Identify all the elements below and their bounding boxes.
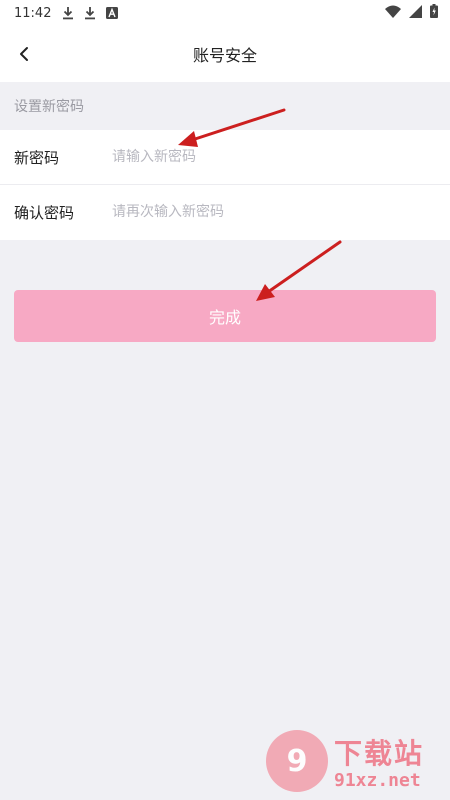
watermark-brand-en: 91xz.net: [334, 769, 421, 791]
back-button[interactable]: [10, 40, 38, 68]
done-button[interactable]: 完成: [14, 290, 436, 342]
signal-icon: [409, 4, 422, 18]
watermark-logo: 9: [266, 730, 328, 792]
download-icon: [63, 7, 73, 20]
new-password-label: 新密码: [14, 148, 60, 167]
confirm-password-input[interactable]: [110, 203, 436, 221]
chevron-left-icon: [20, 47, 28, 61]
status-system-icons: [385, 4, 438, 18]
status-time: 11:42: [14, 5, 52, 21]
nav-bar: 账号安全: [0, 26, 450, 82]
status-bar: 11:42: [0, 0, 450, 26]
watermark-text: 下载站 91xz.net: [334, 732, 424, 791]
section-header: 设置新密码: [0, 82, 450, 130]
status-notification-icons: [62, 6, 118, 20]
page-title: 账号安全: [192, 46, 257, 65]
download-icon: [85, 7, 95, 20]
confirm-password-row: 确认密码: [0, 184, 450, 239]
confirm-password-label: 确认密码: [14, 203, 75, 222]
new-password-row: 新密码: [0, 130, 450, 184]
watermark: 9 下载站 91xz.net: [266, 726, 446, 796]
new-password-input[interactable]: [110, 148, 436, 166]
section-title: 设置新密码: [14, 99, 84, 115]
a-letter-icon: [106, 7, 118, 19]
wifi-icon: [385, 5, 401, 18]
battery-icon: [430, 4, 438, 18]
password-form: 新密码 确认密码: [0, 130, 450, 240]
watermark-brand-cn: 下载站: [334, 736, 425, 770]
